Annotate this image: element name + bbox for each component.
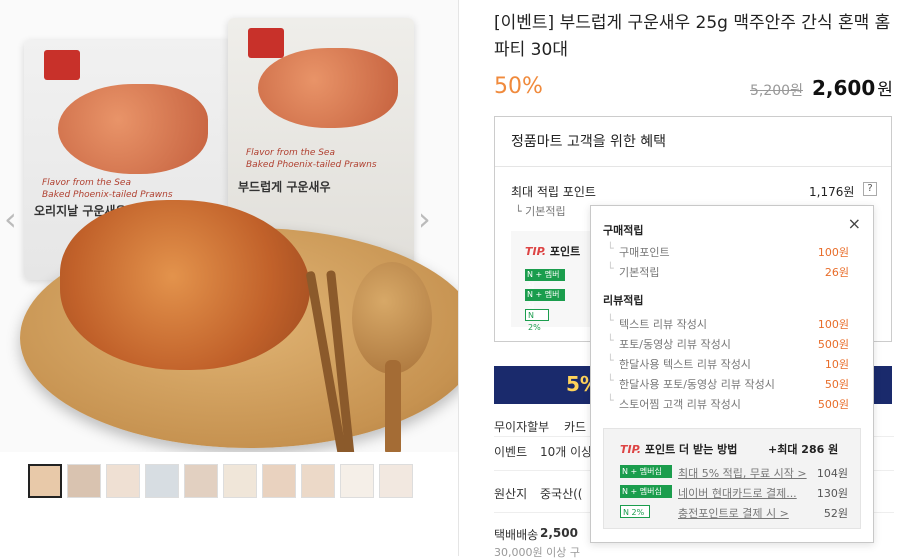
shrimp-illustration <box>58 84 208 174</box>
purchase-points-title: 구매적립 <box>603 224 644 237</box>
installment-value: 카드 <box>564 420 587 434</box>
thumbnail-strip <box>28 464 413 498</box>
thumbnail[interactable] <box>301 464 335 498</box>
tip-box: TIP. 포인트 N + 멤버십 N + 멤버십 N 2% <box>511 231 601 332</box>
shipping-label: 택배배송 <box>494 528 539 542</box>
shipping-value: 2,500 <box>540 526 578 540</box>
basic-points-text: 기본적립 <box>525 205 566 218</box>
package-subtitle: Flavor from the Sea <box>246 148 335 158</box>
tip-text: 포인트 <box>549 245 581 258</box>
tip-tag: TIP. <box>525 245 547 258</box>
brand-logo <box>248 28 284 58</box>
sale-price: 2,600 원 <box>812 75 893 100</box>
more-points-row[interactable]: N + 멤버십 네이버 현대카드로 결제... 130원 <box>620 485 848 500</box>
thumbnail[interactable] <box>223 464 257 498</box>
price-unit: 원 <box>877 80 893 100</box>
origin-label: 원산지 <box>494 487 528 501</box>
package-name-right: 부드럽게 구운새우 <box>238 180 331 194</box>
thumbnail[interactable] <box>106 464 140 498</box>
package-subtitle-2: Baked Phoenix-tailed Prawns <box>246 160 377 170</box>
more-points-heading: TIP. 포인트 더 받는 방법 <box>620 441 737 457</box>
membership-badge[interactable]: N + 멤버십 <box>525 289 565 311</box>
more-heading-text: 포인트 더 받는 방법 <box>644 443 738 456</box>
wooden-spoon-handle <box>385 360 401 452</box>
prev-arrow-icon[interactable]: ‹ <box>4 200 17 238</box>
shipping-note: 30,000원 이상 구 <box>494 546 580 559</box>
shrimp-illustration <box>258 48 398 128</box>
max-points-label: 최대 적립 포인트 <box>511 185 596 199</box>
more-tip-tag: TIP. <box>620 443 642 456</box>
close-icon[interactable]: × <box>848 214 861 233</box>
event-label: 이벤트 <box>494 445 528 459</box>
thumbnail[interactable] <box>184 464 218 498</box>
sale-price-value: 2,600 <box>812 76 876 100</box>
help-icon[interactable]: ? <box>863 182 877 196</box>
more-points-max: +최대 286 원 <box>768 443 839 456</box>
thumbnail[interactable] <box>28 464 62 498</box>
thumbnail[interactable] <box>145 464 179 498</box>
thumbnail[interactable] <box>379 464 413 498</box>
points-detail-popup: × 구매적립 └ 구매포인트 100원 └ 기본적립 26원 리뷰적립 └ 텍스트 리뷰 … <box>590 205 874 543</box>
more-points-row[interactable]: N 2% 충전포인트로 결제 시 >52원 <box>620 505 848 520</box>
origin-value: 중국산(( <box>540 487 583 501</box>
next-arrow-icon[interactable]: › <box>418 200 431 238</box>
product-title: [이벤트] 부드럽게 구운새우 25g 맥주안주 간식 혼맥 홈파티 30대 <box>494 13 891 60</box>
brand-logo <box>44 50 80 80</box>
thumbnail[interactable] <box>340 464 374 498</box>
more-points-row[interactable]: N + 멤버십 최대 5% 적립, 무료 시작 >104원 <box>620 465 848 480</box>
membership-badge[interactable]: N + 멤버십 <box>525 269 565 291</box>
thumbnail[interactable] <box>262 464 296 498</box>
max-points-value: 1,176원 <box>809 185 855 199</box>
original-price: 5,200원 <box>750 83 803 99</box>
basic-points-label: └ 기본적립 <box>515 205 566 218</box>
wooden-spoon <box>352 262 432 374</box>
column-divider <box>458 0 459 556</box>
charge-point-badge[interactable]: N 2% <box>525 309 549 332</box>
review-points-title: 리뷰적립 <box>603 294 644 307</box>
package-subtitle: Flavor from the Sea <box>42 178 131 188</box>
tip-label: TIP. 포인트 <box>525 243 580 259</box>
product-gallery: Flavor from the Sea Baked Phoenix-tailed… <box>0 0 458 556</box>
event-value: 10개 이상 <box>540 445 593 459</box>
installment-label: 무이자할부 <box>494 420 550 434</box>
thumbnail[interactable] <box>67 464 101 498</box>
benefit-heading: 정품마트 고객을 위한 혜택 <box>495 117 891 167</box>
package-subtitle-2: Baked Phoenix-tailed Prawns <box>42 190 173 200</box>
discount-rate: 50% <box>494 74 543 99</box>
product-main-image: Flavor from the Sea Baked Phoenix-tailed… <box>0 0 458 452</box>
more-points-box: TIP. 포인트 더 받는 방법 +최대 286 원 N + 멤버십 최대 5% … <box>603 428 861 529</box>
